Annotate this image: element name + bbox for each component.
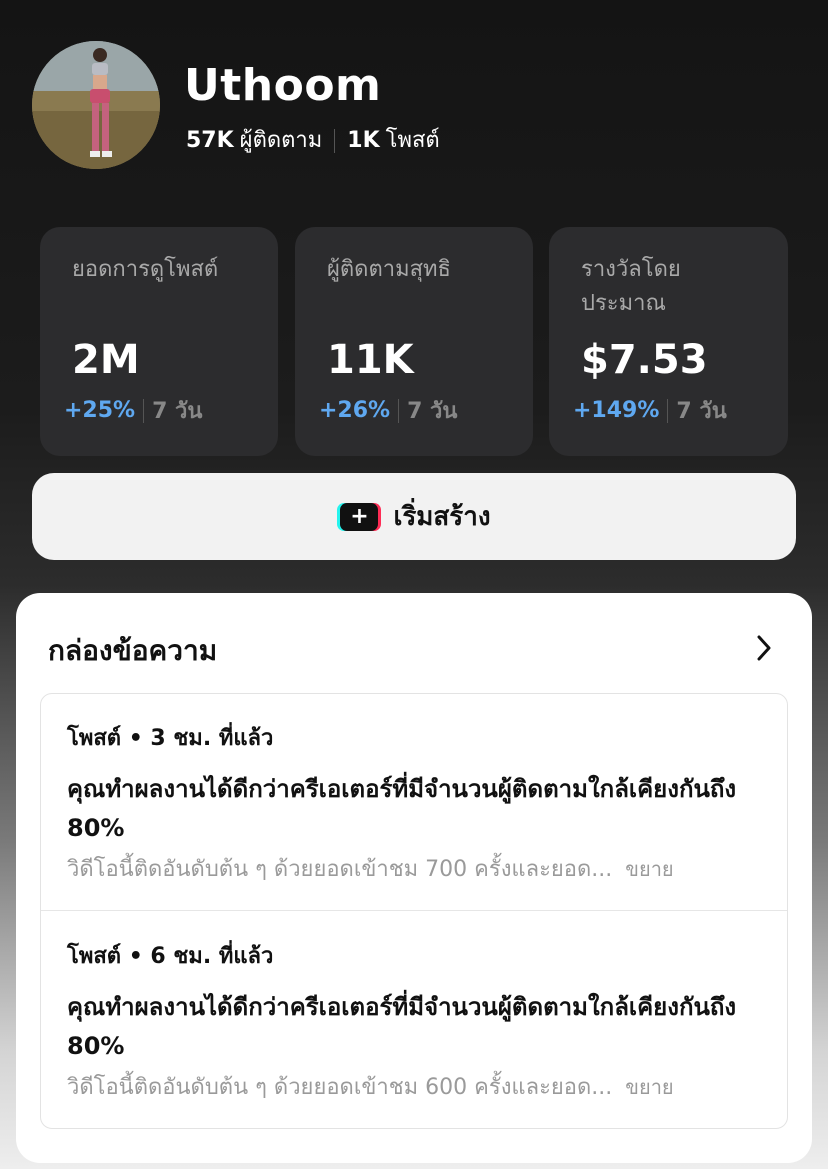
message-headline: คุณทำผลงานได้ดีกว่าครีเอเตอร์ที่มีจำนวนผ…	[67, 775, 737, 842]
posts-count: 1K	[347, 128, 380, 153]
stat-label: รางวัลโดยประมาณ	[581, 257, 681, 316]
message-preview-text: วิดีโอนี้ติดอันดับต้น ๆ ด้วยยอดเข้าชม 70…	[67, 857, 613, 882]
inbox-panel: กล่องข้อความ โพสต์ • 3 ชม. ที่แล้ว คุณทำ…	[16, 593, 812, 1163]
stat-value: 2M	[72, 337, 140, 383]
start-creating-button[interactable]: + เริ่มสร้าง	[32, 473, 796, 560]
avatar-photo	[32, 41, 160, 169]
stat-value: 11K	[327, 337, 414, 383]
message-headline: คุณทำผลงานได้ดีกว่าครีเอเตอร์ที่มีจำนวนผ…	[67, 993, 737, 1060]
stat-change: +149%	[573, 398, 660, 423]
start-creating-label: เริ่มสร้าง	[393, 502, 491, 532]
message-meta: โพสต์ • 3 ชม. ที่แล้ว	[67, 726, 274, 751]
stat-trend: +25% 7 วัน	[64, 393, 202, 428]
stat-period: 7 วัน	[407, 399, 458, 424]
message-preview-text: วิดีโอนี้ติดอันดับต้น ๆ ด้วยยอดเข้าชม 60…	[67, 1075, 613, 1100]
trend-divider	[667, 398, 669, 423]
stat-label: ยอดการดูโพสต์	[72, 257, 219, 282]
stat-card-net-followers[interactable]: ผู้ติดตามสุทธิ 11K +26% 7 วัน	[295, 227, 533, 456]
message-preview: วิดีโอนี้ติดอันดับต้น ๆ ด้วยยอดเข้าชม 60…	[67, 1070, 674, 1105]
message-meta: โพสต์ • 6 ชม. ที่แล้ว	[67, 944, 274, 969]
message-preview: วิดีโอนี้ติดอันดับต้น ๆ ด้วยยอดเข้าชม 70…	[67, 852, 674, 887]
stat-trend: +26% 7 วัน	[319, 393, 457, 428]
stat-change: +26%	[319, 398, 391, 423]
stat-label: ผู้ติดตามสุทธิ	[327, 257, 451, 282]
stat-card-estimated-rewards[interactable]: รางวัลโดยประมาณ $7.53 +149% 7 วัน	[549, 227, 788, 456]
expand-link[interactable]: ขยาย	[625, 1075, 673, 1099]
followers-label: ผู้ติดตาม	[239, 128, 323, 153]
stat-period: 7 วัน	[152, 399, 203, 424]
stat-period: 7 วัน	[676, 399, 727, 424]
counts-divider	[334, 129, 336, 153]
inbox-title: กล่องข้อความ	[48, 634, 218, 667]
trend-divider	[143, 398, 145, 423]
stat-trend: +149% 7 วัน	[573, 393, 727, 428]
plus-icon: +	[337, 502, 382, 531]
avatar[interactable]	[32, 41, 160, 169]
stat-card-post-views[interactable]: ยอดการดูโพสต์ 2M +25% 7 วัน	[40, 227, 278, 456]
posts-label: โพสต์	[385, 128, 440, 153]
expand-link[interactable]: ขยาย	[625, 857, 673, 881]
stat-change: +25%	[64, 398, 136, 423]
message-item[interactable]: โพสต์ • 3 ชม. ที่แล้ว คุณทำผลงานได้ดีกว่…	[41, 694, 787, 911]
message-list: โพสต์ • 3 ชม. ที่แล้ว คุณทำผลงานได้ดีกว่…	[40, 693, 788, 1129]
trend-divider	[398, 398, 400, 423]
message-item[interactable]: โพสต์ • 6 ชม. ที่แล้ว คุณทำผลงานได้ดีกว่…	[41, 912, 787, 1128]
followers-count: 57K	[186, 128, 234, 153]
chevron-right-icon[interactable]	[750, 631, 778, 665]
profile-username: Uthoom	[184, 60, 382, 111]
profile-counts: 57K ผู้ติดตาม 1K โพสต์	[186, 124, 440, 158]
stat-value: $7.53	[581, 337, 708, 383]
